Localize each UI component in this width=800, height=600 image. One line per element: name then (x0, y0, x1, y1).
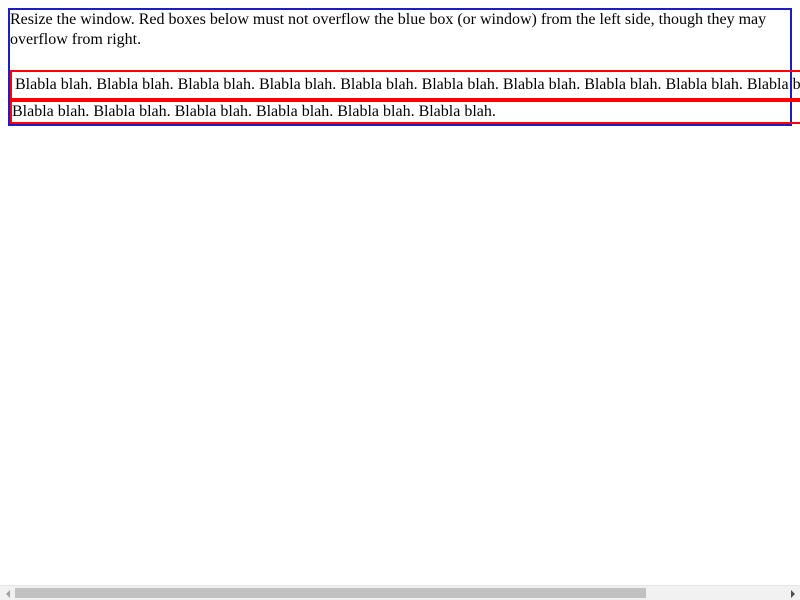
red-box-second-text: Blabla blah. Blabla blah. Blabla blah. B… (12, 103, 496, 120)
instructions-text: Resize the window. Red boxes below must … (10, 11, 767, 48)
red-box-second: Blabla blah. Blabla blah. Blabla blah. B… (10, 99, 800, 124)
red-box-first-text: Blabla blah. Blabla blah. Blabla blah. B… (15, 76, 800, 93)
red-box-first: Blabla blah. Blabla blah. Blabla blah. B… (10, 70, 800, 100)
scroll-right-arrow-icon[interactable] (785, 586, 800, 600)
horizontal-scrollbar[interactable] (0, 585, 800, 600)
scroll-left-arrow-icon[interactable] (0, 586, 15, 600)
scrollbar-thumb[interactable] (15, 588, 646, 598)
page-viewport: Resize the window. Red boxes below must … (0, 0, 800, 585)
